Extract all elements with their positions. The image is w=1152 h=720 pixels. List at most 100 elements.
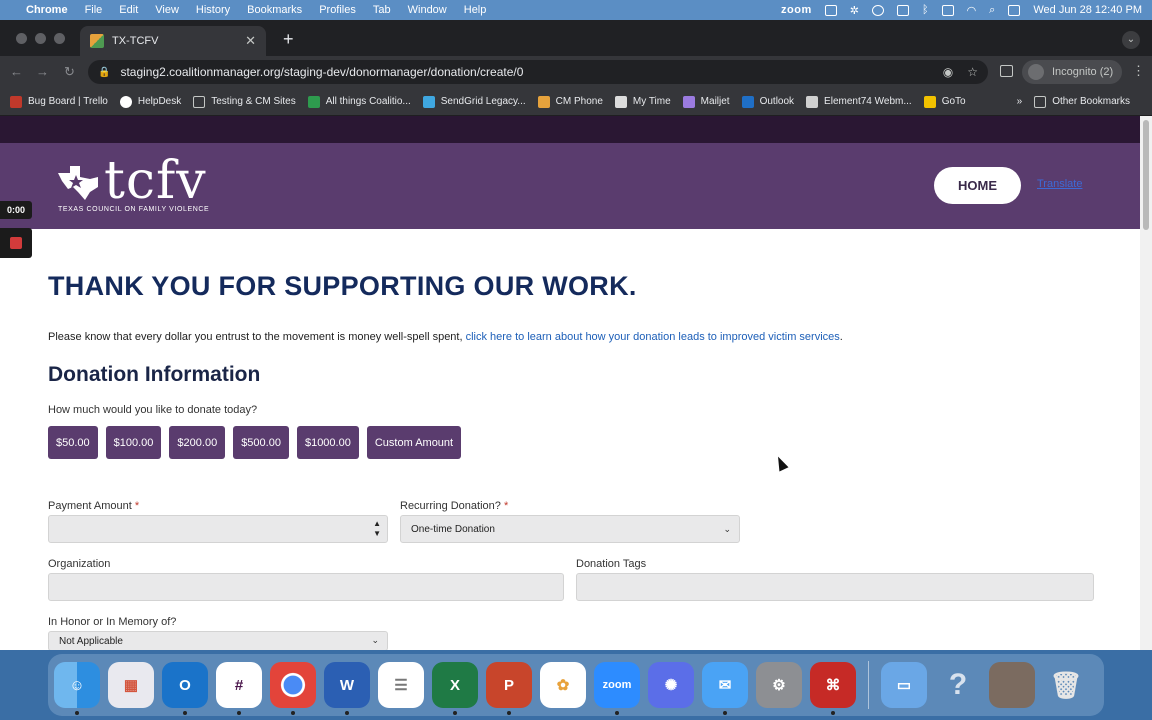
home-button[interactable]: HOME bbox=[934, 167, 1021, 204]
menu-profiles[interactable]: Profiles bbox=[319, 4, 356, 16]
amount-1000-button[interactable]: $1000.00 bbox=[296, 426, 359, 459]
bookmark-star-icon[interactable]: ☆ bbox=[967, 65, 978, 79]
menu-app-chrome[interactable]: Chrome bbox=[26, 4, 68, 16]
amount-100-button[interactable]: $100.00 bbox=[105, 426, 162, 459]
help-icon[interactable]: ? bbox=[935, 662, 981, 708]
bookmark-mailjet[interactable]: Mailjet bbox=[682, 95, 730, 108]
incognito-profile-button[interactable]: Incognito (2) bbox=[1022, 60, 1122, 84]
side-panel-icon[interactable] bbox=[1000, 65, 1013, 77]
finder-icon[interactable]: ☺ bbox=[54, 662, 100, 715]
powerpoint-icon[interactable]: P bbox=[486, 662, 532, 715]
translate-link[interactable]: Translate bbox=[1037, 178, 1082, 190]
texas-star-icon bbox=[58, 166, 98, 200]
menu-tab[interactable]: Tab bbox=[373, 4, 391, 16]
zoom-icon[interactable]: zoom bbox=[594, 662, 640, 715]
bookmark-my-time[interactable]: My Time bbox=[614, 95, 671, 108]
address-bar[interactable]: 🔒 staging2.coalitionmanager.org/staging-… bbox=[88, 60, 988, 84]
bookmarks-overflow-button[interactable]: » bbox=[1017, 96, 1023, 107]
clock[interactable]: Wed Jun 28 12:40 PM bbox=[1033, 4, 1142, 16]
play-icon[interactable] bbox=[871, 4, 884, 16]
learn-more-link[interactable]: click here to learn about how your donat… bbox=[466, 331, 840, 343]
keyboard-icon[interactable] bbox=[896, 4, 909, 16]
bookmark-trello[interactable]: Bug Board | Trello bbox=[10, 95, 108, 108]
photos-icon[interactable]: ✿ bbox=[540, 662, 586, 708]
bookmark-element74[interactable]: Element74 Webm... bbox=[806, 95, 912, 108]
battery-icon[interactable] bbox=[941, 4, 954, 16]
bookmark-folder-testing[interactable]: Testing & CM Sites bbox=[193, 95, 296, 108]
menu-help[interactable]: Help bbox=[464, 4, 487, 16]
bookmark-helpdesk[interactable]: HelpDesk bbox=[119, 95, 181, 108]
reminders-icon[interactable]: ☰ bbox=[378, 662, 424, 708]
mail-icon[interactable]: ✉ bbox=[702, 662, 748, 715]
amount-500-button[interactable]: $500.00 bbox=[233, 426, 289, 459]
bookmark-cm-phone[interactable]: CM Phone bbox=[537, 95, 603, 108]
honor-label: In Honor or In Memory of? bbox=[48, 616, 177, 628]
spotlight-icon[interactable]: ⌕ bbox=[989, 4, 995, 17]
bookmark-all-things[interactable]: All things Coalitio... bbox=[307, 95, 411, 108]
menu-window[interactable]: Window bbox=[408, 4, 447, 16]
wifi-icon[interactable]: ◠ bbox=[967, 4, 977, 17]
address-bar-actions: ◉ ☆ bbox=[943, 65, 978, 79]
organization-label: Organization bbox=[48, 558, 111, 570]
lock-icon[interactable]: 🔒 bbox=[98, 67, 110, 78]
organization-row: Organization Donation Tags bbox=[48, 558, 1094, 601]
browser-toolbar: ← → ↻ 🔒 staging2.coalitionmanager.org/st… bbox=[0, 56, 1152, 88]
launchpad-icon[interactable]: ▦ bbox=[108, 662, 154, 708]
screenshot-thumbnail-icon[interactable] bbox=[989, 662, 1035, 708]
amount-200-button[interactable]: $200.00 bbox=[169, 426, 226, 459]
new-tab-icon[interactable]: + bbox=[283, 29, 294, 50]
downloads-folder-icon[interactable]: ▭ bbox=[881, 662, 927, 708]
font-icon[interactable] bbox=[824, 4, 837, 16]
custom-amount-button[interactable]: Custom Amount bbox=[366, 426, 462, 459]
slack-icon[interactable]: # bbox=[216, 662, 262, 715]
bookmark-sendgrid[interactable]: SendGrid Legacy... bbox=[422, 95, 526, 108]
bookmark-outlook[interactable]: Outlook bbox=[741, 95, 794, 108]
minimize-window-button[interactable] bbox=[35, 33, 46, 44]
forward-arrow-icon[interactable]: → bbox=[36, 64, 49, 79]
excel-icon[interactable]: X bbox=[432, 662, 478, 715]
more-menu-icon[interactable]: ⋮ bbox=[1132, 63, 1145, 79]
close-window-button[interactable] bbox=[16, 33, 27, 44]
recurring-label: Recurring Donation? * bbox=[400, 500, 740, 512]
trash-icon[interactable]: 🗑 bbox=[1043, 662, 1089, 708]
outlook-icon[interactable]: O bbox=[162, 662, 208, 715]
stop-recording-button[interactable] bbox=[0, 228, 32, 258]
intro-text: Please know that every dollar you entrus… bbox=[48, 331, 466, 343]
page-scrollbar[interactable] bbox=[1140, 116, 1152, 650]
chrome-icon[interactable] bbox=[270, 662, 316, 715]
amount-50-button[interactable]: $50.00 bbox=[48, 426, 98, 459]
reload-icon[interactable]: ↻ bbox=[64, 64, 75, 80]
menu-history[interactable]: History bbox=[196, 4, 230, 16]
payment-amount-input[interactable]: ▲ ▼ bbox=[48, 515, 388, 543]
menu-edit[interactable]: Edit bbox=[119, 4, 138, 16]
zoom-settings-icon[interactable]: ✺ bbox=[648, 662, 694, 708]
other-bookmarks-folder[interactable]: Other Bookmarks bbox=[1034, 95, 1130, 108]
gear-status-icon[interactable]: ✲ bbox=[850, 4, 859, 17]
recurring-select[interactable]: One-time Donation ⌄ bbox=[400, 515, 740, 543]
menu-file[interactable]: File bbox=[85, 4, 103, 16]
menu-view[interactable]: View bbox=[155, 4, 179, 16]
close-tab-icon[interactable]: ✕ bbox=[245, 33, 256, 49]
maximize-window-button[interactable] bbox=[54, 33, 65, 44]
bluetooth-icon[interactable]: ᛒ bbox=[922, 4, 929, 16]
bookmark-label: Testing & CM Sites bbox=[211, 96, 296, 107]
chevron-down-icon: ⌄ bbox=[371, 635, 379, 645]
acrobat-icon[interactable]: ⌘ bbox=[810, 662, 856, 715]
bookmark-label: Mailjet bbox=[700, 96, 730, 107]
word-icon[interactable]: W bbox=[324, 662, 370, 715]
bookmark-goto[interactable]: GoTo bbox=[923, 95, 966, 108]
url-text[interactable]: staging2.coalitionmanager.org/staging-de… bbox=[120, 65, 523, 79]
honor-select[interactable]: Not Applicable ⌄ bbox=[48, 631, 388, 650]
number-stepper-icon[interactable]: ▲ ▼ bbox=[373, 519, 381, 539]
scrollbar-thumb[interactable] bbox=[1143, 120, 1149, 230]
control-center-icon[interactable] bbox=[1008, 4, 1021, 16]
tab-search-chevron-icon[interactable]: ⌄ bbox=[1122, 31, 1140, 49]
menu-bookmarks[interactable]: Bookmarks bbox=[247, 4, 302, 16]
system-settings-icon[interactable]: ⚙ bbox=[756, 662, 802, 708]
back-arrow-icon[interactable]: ← bbox=[10, 64, 23, 79]
tab-tx-tcfv[interactable]: TX-TCFV ✕ bbox=[80, 26, 266, 56]
donation-tags-input[interactable] bbox=[576, 573, 1094, 601]
zoom-status-item[interactable]: zoom bbox=[781, 4, 812, 16]
eye-off-icon[interactable]: ◉ bbox=[943, 65, 953, 79]
organization-input[interactable] bbox=[48, 573, 564, 601]
